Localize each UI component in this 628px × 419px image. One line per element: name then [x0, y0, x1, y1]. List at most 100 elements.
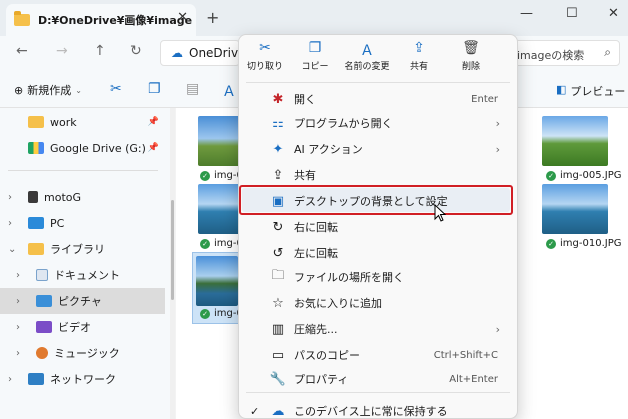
- chevron-right-icon[interactable]: ›: [8, 192, 20, 203]
- chevron-right-icon: ›: [495, 116, 500, 130]
- chevron-right-icon[interactable]: ›: [16, 270, 28, 281]
- back-arrow-icon[interactable]: ←: [16, 43, 28, 59]
- menu-item-label: プロパティ: [294, 373, 349, 386]
- menu-item-open-with[interactable]: ⚏ プログラムから開く ›: [246, 110, 510, 136]
- sidebar-item-label: ビデオ: [58, 321, 91, 334]
- file-caption[interactable]: ✓ img-0: [200, 170, 243, 181]
- sidebar-item-motog[interactable]: › motoG: [0, 184, 165, 210]
- sidebar-item-pictures[interactable]: › ピクチャ: [0, 288, 165, 314]
- sparkle-icon: ✦: [272, 141, 284, 157]
- video-icon: [36, 321, 52, 333]
- forward-arrow-icon[interactable]: →: [56, 43, 68, 59]
- quick-action-label: 切り取り: [246, 62, 283, 72]
- mouse-cursor-icon: [434, 204, 446, 222]
- menu-item-label: ファイルの場所を開く: [294, 271, 404, 284]
- chevron-right-icon[interactable]: ›: [8, 218, 20, 229]
- quick-action-label: 共有: [409, 62, 428, 72]
- wrench-icon: 🔧: [269, 371, 287, 387]
- tab-title: D:¥OneDrive¥画像¥image: [38, 14, 193, 27]
- document-icon: [36, 269, 48, 281]
- search-input[interactable]: imageの検索 ⌕: [508, 40, 620, 66]
- menu-item-label: 共有: [294, 169, 316, 182]
- new-tab-button[interactable]: +: [206, 8, 219, 27]
- refresh-icon[interactable]: ↻: [130, 43, 142, 59]
- sidebar-item-label: ミュージック: [54, 347, 120, 360]
- open-icon: ✱: [272, 91, 284, 107]
- share-icon: ⇪: [413, 40, 425, 56]
- sidebar-item-work[interactable]: work 📌: [0, 109, 165, 135]
- chevron-right-icon[interactable]: ›: [16, 348, 28, 359]
- library-icon: [28, 243, 44, 255]
- menu-item-properties[interactable]: 🔧 プロパティ Alt+Enter: [246, 366, 510, 392]
- file-name: img-010.JPG: [560, 238, 622, 249]
- sidebar-item-label: ネットワーク: [50, 373, 116, 386]
- path-copy-icon: ▭: [271, 347, 285, 363]
- quick-action-cut[interactable]: ✂ 切り取り: [240, 40, 290, 80]
- sidebar-item-music[interactable]: › ミュージック: [0, 340, 165, 366]
- file-caption[interactable]: ✓ img-010.JPG: [546, 238, 621, 249]
- rotate-right-icon: ↻: [272, 219, 284, 235]
- file-caption[interactable]: ✓ img-0: [200, 238, 243, 249]
- minimize-button[interactable]: —: [520, 6, 533, 21]
- menu-item-compress[interactable]: ▥ 圧縮先... ›: [246, 316, 510, 342]
- quick-action-delete[interactable]: 🗑 削除: [446, 40, 496, 80]
- quick-action-copy[interactable]: ❐ コピー: [290, 40, 340, 80]
- quick-action-share[interactable]: ⇪ 共有: [394, 40, 444, 80]
- divider: [8, 170, 158, 171]
- google-drive-icon: [28, 142, 44, 154]
- folder-icon: 🗀: [271, 268, 285, 283]
- chevron-right-icon[interactable]: ›: [16, 322, 28, 333]
- sidebar-item-network[interactable]: › ネットワーク: [0, 366, 165, 392]
- sidebar-item-label: ピクチャ: [58, 295, 102, 308]
- address-bar[interactable]: ☁ OneDrive: [160, 40, 245, 66]
- chevron-down-icon: ⌄: [75, 85, 82, 95]
- up-arrow-icon[interactable]: ↑: [94, 43, 106, 59]
- copy-icon[interactable]: ❐: [148, 81, 161, 97]
- close-window-button[interactable]: ✕: [608, 6, 619, 21]
- menu-item-label: 左に回転: [294, 247, 338, 260]
- copy-icon: ❐: [308, 40, 322, 56]
- sidebar-scroll-thumb[interactable]: [171, 200, 174, 300]
- menu-item-rotate-right[interactable]: ↻ 右に回転: [246, 214, 510, 240]
- menu-item-always-keep[interactable]: ✓ ☁ このデバイス上に常に保持する: [246, 398, 510, 419]
- sidebar-item-pc[interactable]: › PC: [0, 210, 165, 236]
- search-icon: ⌕: [604, 45, 611, 59]
- image-thumbnail[interactable]: [196, 256, 238, 306]
- image-thumbnail[interactable]: [542, 116, 608, 166]
- cut-icon[interactable]: ✂: [110, 81, 122, 97]
- search-placeholder: imageの検索: [517, 49, 585, 62]
- chevron-right-icon[interactable]: ›: [16, 296, 28, 307]
- file-name: img-005.JPG: [560, 170, 622, 181]
- menu-item-shortcut: Alt+Enter: [449, 373, 498, 385]
- chevron-down-icon[interactable]: ⌄: [8, 244, 20, 255]
- menu-item-rotate-left[interactable]: ↺ 左に回転: [246, 240, 510, 266]
- file-caption[interactable]: ✓ img-005.JPG: [546, 170, 621, 181]
- menu-item-open-file-location[interactable]: 🗀 ファイルの場所を開く: [246, 264, 510, 290]
- menu-item-add-favorites[interactable]: ☆ お気に入りに追加: [246, 290, 510, 316]
- quick-action-label: コピー: [301, 62, 329, 72]
- menu-item-ai-actions[interactable]: ✦ AI アクション ›: [246, 136, 510, 162]
- tab-close-button[interactable]: ✕: [177, 10, 188, 25]
- tab-current-folder[interactable]: D:¥OneDrive¥画像¥image ✕: [6, 4, 196, 36]
- preview-button[interactable]: ◧ プレビュー: [556, 83, 625, 99]
- rename-icon[interactable]: Ａ: [222, 81, 236, 101]
- menu-item-label: 右に回転: [294, 221, 338, 234]
- share-icon: ⇪: [272, 167, 284, 183]
- sidebar-item-documents[interactable]: › ドキュメント: [0, 262, 165, 288]
- sidebar-item-label: ライブラリ: [50, 243, 105, 256]
- menu-item-open[interactable]: ✱ 開く Enter: [246, 86, 510, 112]
- paste-icon[interactable]: ▤: [186, 81, 199, 97]
- maximize-button[interactable]: ☐: [566, 6, 578, 21]
- menu-item-shortcut: Enter: [471, 93, 498, 105]
- preview-pane-icon: ◧: [556, 83, 567, 96]
- sidebar-item-label: Google Drive (G:): [50, 141, 146, 155]
- sidebar-item-google-drive[interactable]: Google Drive (G:) 📌: [0, 135, 165, 161]
- image-thumbnail[interactable]: [542, 184, 608, 234]
- sidebar-item-videos[interactable]: › ビデオ: [0, 314, 165, 340]
- sidebar-item-libraries[interactable]: ⌄ ライブラリ: [0, 236, 165, 262]
- quick-action-rename[interactable]: Ａ 名前の変更: [342, 40, 392, 80]
- menu-item-copy-path[interactable]: ▭ パスのコピー Ctrl+Shift+C: [246, 342, 510, 368]
- file-caption[interactable]: ✓ img-0: [200, 308, 243, 319]
- chevron-right-icon[interactable]: ›: [8, 374, 20, 385]
- new-button[interactable]: ⊕ 新規作成 ⌄: [14, 82, 82, 98]
